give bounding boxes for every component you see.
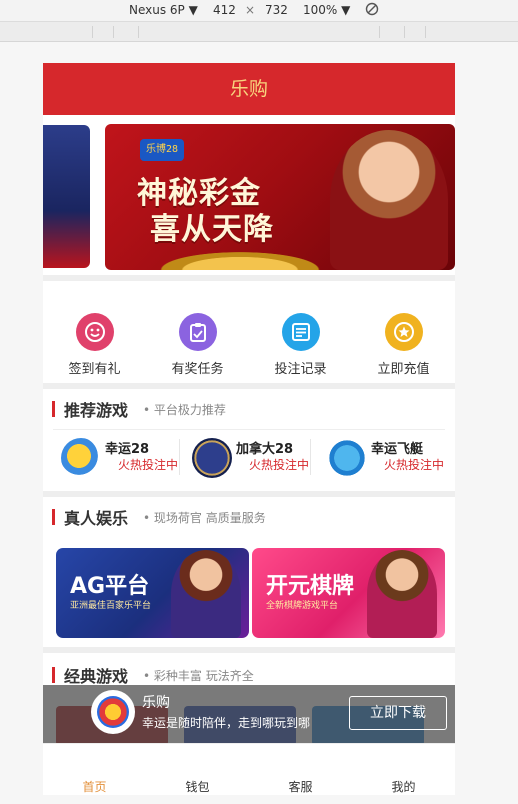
quick-action-recharge[interactable]: 立即充值	[352, 313, 455, 377]
game-status: 火热投注中	[117, 458, 178, 472]
live-card-tagline: 亚洲最佳百家乐平台	[70, 601, 152, 611]
phone-viewport: 乐购 乐博28 神秘彩金 喜从天降 签到有礼 有奖任务 投注记录 立即充值 推荐…	[43, 63, 455, 795]
game-item-lucky28[interactable]: 幸运28 火热投注中	[43, 436, 180, 478]
section-accent-bar	[52, 667, 55, 683]
smile-icon	[75, 313, 114, 351]
clipboard-icon	[178, 313, 217, 351]
game-status: 火热投注中	[383, 458, 444, 472]
section-title: 经典游戏	[64, 667, 129, 686]
game-item-lucky-airship[interactable]: 幸运飞艇 火热投注中	[309, 436, 446, 478]
section-accent-bar	[52, 509, 55, 525]
banner-carousel[interactable]: 乐博28 神秘彩金 喜从天降	[43, 115, 455, 275]
banner-subheadline: 喜从天降	[150, 212, 274, 247]
section-title: 推荐游戏	[64, 401, 129, 420]
bottom-tab-bar: 首页 钱包 客服 我的	[43, 743, 455, 795]
quick-action-tasks[interactable]: 有奖任务	[146, 313, 249, 377]
section-live-header: 真人娱乐 • 现场荷官 高质量服务	[43, 497, 455, 537]
live-card-title: AG平台	[70, 574, 150, 599]
section-recommend-header: 推荐游戏 • 平台极力推荐	[43, 389, 455, 429]
live-card-title: 开元棋牌	[266, 574, 355, 599]
app-download-banner: 乐购 幸运是随时陪伴，走到哪玩到哪 立即下载	[43, 685, 455, 743]
app-logo	[91, 690, 135, 734]
game-item-canada28[interactable]: 加拿大28 火热投注中	[174, 436, 311, 478]
banner-slide-previous[interactable]	[43, 125, 90, 268]
zoom-select[interactable]: 100% ▼	[303, 3, 350, 17]
game-name: 幸运28	[105, 442, 150, 457]
ag-dealer-image	[171, 550, 241, 638]
lucky28-icon	[61, 438, 101, 478]
quick-action-label: 立即充值	[377, 362, 430, 377]
app-header: 乐购	[43, 63, 455, 115]
viewport-width[interactable]: 412	[213, 3, 236, 17]
tab-wallet[interactable]: 钱包	[146, 778, 249, 795]
devtools-toolbar: Nexus 6P ▼ 412 × 732 100% ▼	[0, 0, 518, 22]
section-subtitle: • 彩种丰富 玩法齐全	[143, 669, 254, 683]
dimension-separator: ×	[245, 3, 256, 17]
quick-action-label: 签到有礼	[68, 362, 121, 377]
quick-action-signin[interactable]: 签到有礼	[43, 313, 146, 377]
download-button[interactable]: 立即下载	[349, 696, 447, 730]
app-slogan: 幸运是随时陪伴，走到哪玩到哪	[142, 716, 311, 730]
game-name: 加拿大28	[236, 442, 294, 457]
divider	[43, 275, 455, 281]
section-subtitle: • 平台极力推荐	[143, 403, 226, 417]
tab-customer-service[interactable]: 客服	[249, 778, 352, 795]
device-select[interactable]: Nexus 6P ▼	[129, 3, 198, 17]
banner-slide-current[interactable]: 乐博28 神秘彩金 喜从天降	[105, 124, 455, 270]
kaiyuan-character-image	[367, 550, 437, 638]
star-icon	[384, 313, 423, 351]
app-name: 乐购	[142, 695, 170, 711]
divider	[43, 647, 455, 653]
section-title: 真人娱乐	[64, 509, 129, 528]
rotate-icon[interactable]	[365, 2, 379, 19]
section-subtitle: • 现场荷官 高质量服务	[143, 511, 266, 525]
quick-action-label: 有奖任务	[171, 362, 224, 377]
quick-actions: 签到有礼 有奖任务 投注记录 立即充值	[43, 305, 455, 383]
quick-action-bet-history[interactable]: 投注记录	[249, 313, 352, 377]
game-name: 幸运飞艇	[371, 442, 424, 457]
live-card-tagline: 全新棋牌游戏平台	[266, 601, 339, 611]
recommend-game-list: 幸运28 火热投注中 加拿大28 火热投注中 幸运飞艇 火热投注中	[43, 431, 455, 483]
list-icon	[281, 313, 320, 351]
viewport-height[interactable]: 732	[265, 3, 288, 17]
game-status: 火热投注中	[248, 458, 309, 472]
device-name: Nexus 6P	[129, 3, 185, 17]
live-card-kaiyuan[interactable]: 开元棋牌 全新棋牌游戏平台	[252, 548, 445, 638]
section-accent-bar	[52, 401, 55, 417]
live-card-ag[interactable]: AG平台 亚洲最佳百家乐平台	[56, 548, 249, 638]
page-title: 乐购	[229, 78, 268, 100]
canada28-icon	[192, 438, 232, 478]
quick-action-label: 投注记录	[274, 362, 327, 377]
media-query-bar	[0, 22, 518, 42]
divider	[53, 429, 445, 430]
airship-icon	[327, 438, 367, 478]
banner-coins-image	[125, 244, 355, 270]
win-logo-icon	[97, 696, 129, 728]
banner-logo: 乐博28	[140, 139, 184, 161]
tab-profile[interactable]: 我的	[352, 778, 455, 795]
tab-home[interactable]: 首页	[43, 778, 146, 795]
zoom-value: 100%	[303, 3, 338, 17]
